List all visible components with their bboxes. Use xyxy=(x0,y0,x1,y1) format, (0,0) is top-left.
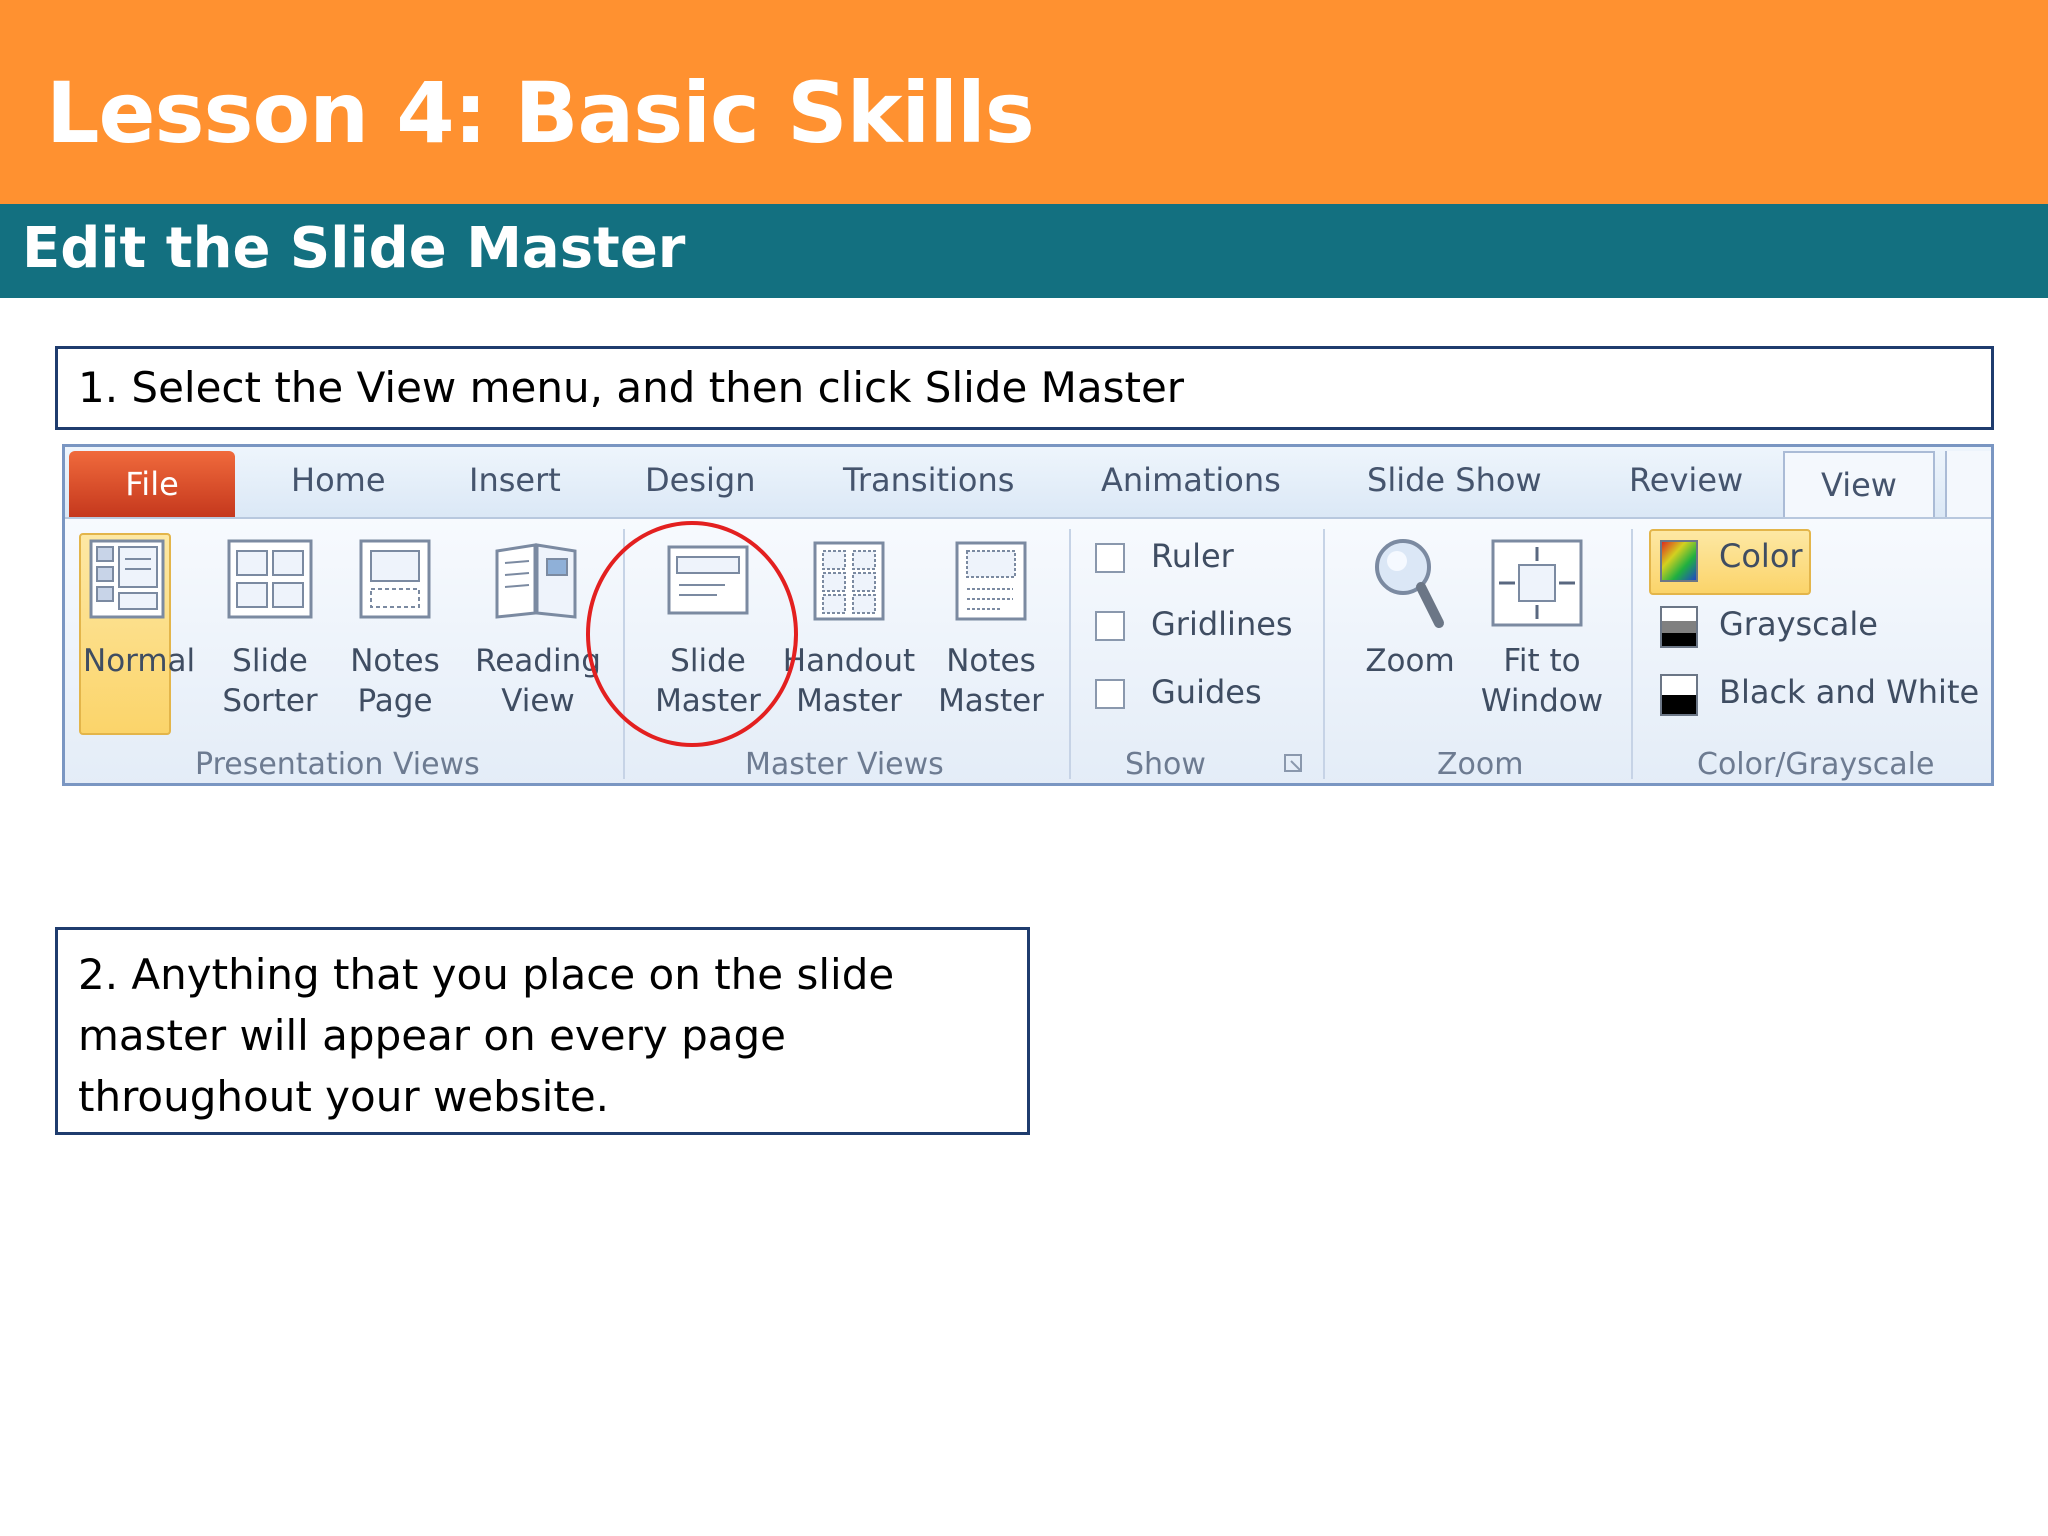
ribbon-tabs: File Home Insert Design Transitions Anim… xyxy=(65,447,1991,521)
normal-view-icon xyxy=(89,539,165,619)
handout-master-label-1: Handout xyxy=(782,643,916,679)
dialog-launcher-icon[interactable] xyxy=(1283,753,1305,775)
reading-view-label-1: Reading xyxy=(475,643,601,679)
zoom-button[interactable]: Zoom xyxy=(1355,641,1465,681)
ribbon: File Home Insert Design Transitions Anim… xyxy=(62,444,1994,786)
black-and-white-swatch-icon xyxy=(1660,674,1698,716)
gridlines-checkbox[interactable] xyxy=(1095,611,1125,641)
tab-more[interactable] xyxy=(1945,451,1991,521)
notes-master-label-2: Master xyxy=(938,683,1044,719)
slide-sorter-button[interactable]: Slide Sorter xyxy=(215,641,325,721)
gridlines-label: Gridlines xyxy=(1151,605,1293,643)
group-label-master-views: Master Views xyxy=(745,747,944,782)
normal-view-button[interactable]: Normal xyxy=(83,641,195,681)
notes-page-icon xyxy=(359,539,431,619)
page-title: Lesson 4: Basic Skills xyxy=(46,64,1035,162)
notes-master-icon xyxy=(955,541,1027,621)
color-swatch-icon xyxy=(1660,540,1698,582)
tab-home[interactable]: Home xyxy=(291,461,386,499)
group-label-color-grayscale: Color/Grayscale xyxy=(1697,747,1935,782)
handout-master-icon xyxy=(813,541,885,621)
group-label-show: Show xyxy=(1125,747,1206,782)
step-1-box: 1. Select the View menu, and then click … xyxy=(55,346,1994,430)
group-label-presentation-views: Presentation Views xyxy=(195,747,480,782)
slide-master-highlight-circle xyxy=(586,521,798,747)
slide-sorter-icon xyxy=(227,539,313,619)
group-separator xyxy=(1323,529,1325,779)
fit-to-window-button[interactable]: Fit to Window xyxy=(1473,641,1611,721)
slide-sorter-label-2: Sorter xyxy=(222,683,318,719)
handout-master-label-2: Master xyxy=(796,683,902,719)
zoom-icon xyxy=(1375,539,1444,628)
notes-page-label-1: Notes xyxy=(350,643,440,679)
tab-transitions[interactable]: Transitions xyxy=(843,461,1014,499)
tab-design[interactable]: Design xyxy=(645,461,755,499)
tab-insert[interactable]: Insert xyxy=(469,461,561,499)
ribbon-body: Normal Slide Sorter Notes Page Reading V… xyxy=(65,517,1991,783)
notes-master-label-1: Notes xyxy=(946,643,1036,679)
page-subtitle: Edit the Slide Master xyxy=(22,216,686,281)
black-and-white-button[interactable]: Black and White xyxy=(1719,673,1979,711)
tab-animations[interactable]: Animations xyxy=(1101,461,1281,499)
step-2-box: 2. Anything that you place on the slide … xyxy=(55,927,1030,1135)
reading-view-label-2: View xyxy=(501,683,575,719)
group-separator xyxy=(1069,529,1071,779)
notes-page-button[interactable]: Notes Page xyxy=(345,641,445,721)
tab-file[interactable]: File xyxy=(69,451,235,517)
grayscale-button[interactable]: Grayscale xyxy=(1719,605,1878,643)
tab-review[interactable]: Review xyxy=(1629,461,1743,499)
fit-to-window-label-1: Fit to xyxy=(1503,643,1581,679)
color-button[interactable]: Color xyxy=(1719,537,1803,575)
group-separator xyxy=(1631,529,1633,779)
reading-view-icon xyxy=(495,543,577,619)
notes-page-label-2: Page xyxy=(357,683,433,719)
guides-checkbox[interactable] xyxy=(1095,679,1125,709)
group-label-zoom: Zoom xyxy=(1437,747,1524,782)
fit-to-window-label-2: Window xyxy=(1480,683,1604,719)
slide-sorter-label-1: Slide xyxy=(232,643,308,679)
notes-master-button[interactable]: Notes Master xyxy=(931,641,1051,721)
ruler-checkbox[interactable] xyxy=(1095,543,1125,573)
tab-view[interactable]: View xyxy=(1783,451,1935,521)
fit-to-window-icon xyxy=(1491,539,1583,627)
handout-master-button[interactable]: Handout Master xyxy=(777,641,921,721)
grayscale-swatch-icon xyxy=(1660,606,1698,648)
ruler-label: Ruler xyxy=(1151,537,1234,575)
reading-view-button[interactable]: Reading View xyxy=(473,641,603,721)
tab-slide-show[interactable]: Slide Show xyxy=(1367,461,1542,499)
guides-label: Guides xyxy=(1151,673,1262,711)
